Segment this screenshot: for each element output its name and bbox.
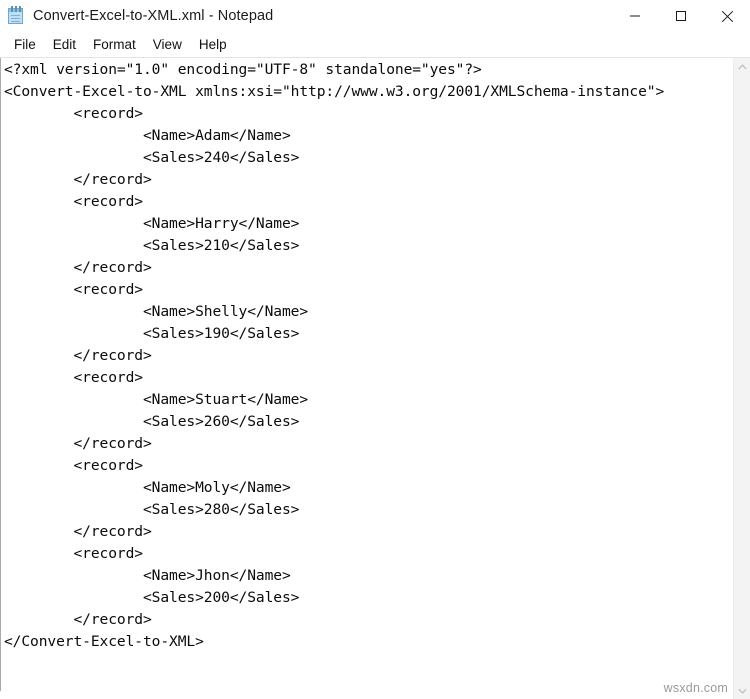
close-icon: [721, 10, 733, 22]
watermark: wsxdn.com: [663, 681, 728, 695]
editor-left-border: [0, 58, 1, 691]
chevron-down-icon: [737, 688, 747, 694]
chevron-up-icon: [737, 63, 747, 69]
xml-text-content[interactable]: <?xml version="1.0" encoding="UTF-8" sta…: [4, 59, 728, 653]
vertical-scrollbar[interactable]: [733, 58, 750, 699]
window-controls: [612, 0, 750, 32]
scroll-down-button[interactable]: [734, 682, 750, 699]
menu-item-help[interactable]: Help: [191, 36, 236, 54]
minimize-icon: [630, 15, 640, 17]
menu-item-edit[interactable]: Edit: [45, 36, 85, 54]
menu-item-format[interactable]: Format: [85, 36, 145, 54]
notepad-window: Convert-Excel-to-XML.xml - Notepad File …: [0, 0, 750, 699]
menu-item-view[interactable]: View: [145, 36, 191, 54]
minimize-button[interactable]: [612, 0, 658, 32]
close-button[interactable]: [704, 0, 750, 32]
maximize-button[interactable]: [658, 0, 704, 32]
editor-area[interactable]: <?xml version="1.0" encoding="UTF-8" sta…: [0, 57, 750, 699]
window-title: Convert-Excel-to-XML.xml - Notepad: [33, 7, 274, 24]
menu-bar: File Edit Format View Help: [0, 32, 750, 57]
notepad-icon: [6, 6, 26, 26]
title-bar[interactable]: Convert-Excel-to-XML.xml - Notepad: [0, 0, 750, 32]
scrollbar-thumb[interactable]: [735, 75, 749, 615]
menu-item-file[interactable]: File: [6, 36, 45, 54]
maximize-icon: [676, 11, 686, 21]
scroll-up-button[interactable]: [734, 58, 750, 75]
